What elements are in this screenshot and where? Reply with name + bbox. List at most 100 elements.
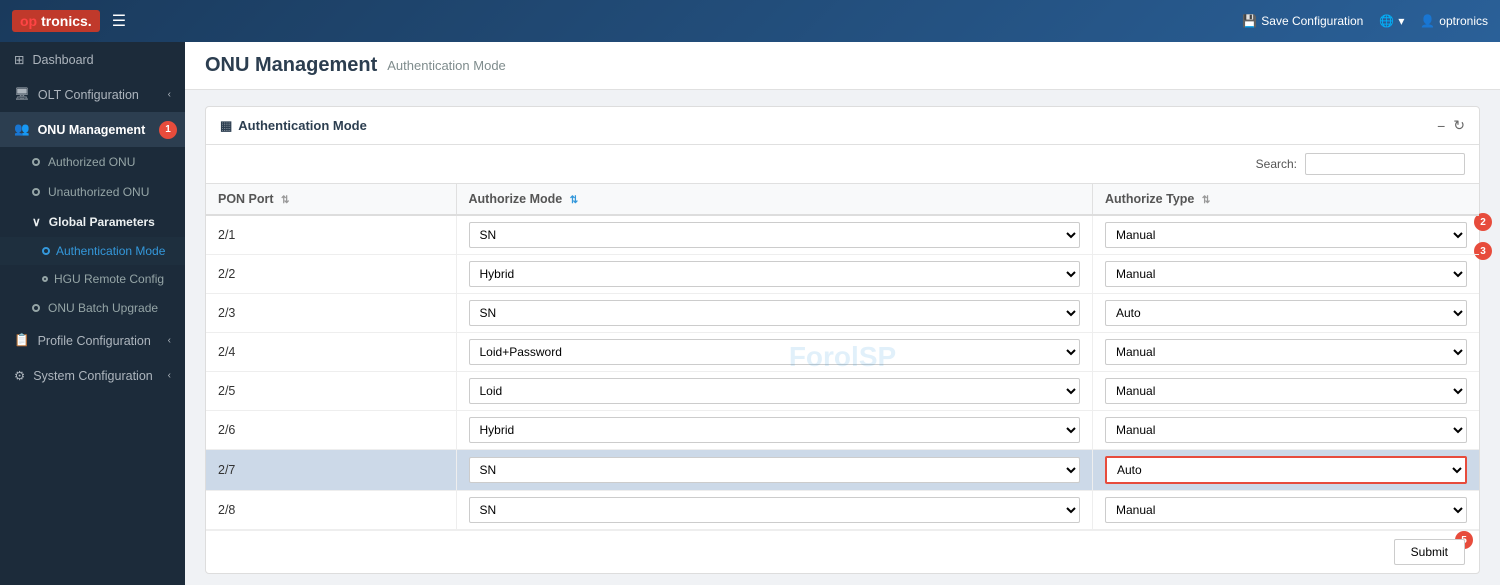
profile-icon: 📋 — [14, 333, 30, 348]
minimize-btn[interactable]: − — [1437, 118, 1445, 134]
pon-port-sort-icon: ⇅ — [281, 195, 289, 206]
sidebar-item-authorized-onu[interactable]: Authorized ONU — [0, 147, 185, 177]
cell-pon-r4: 2/4 — [206, 333, 456, 372]
onu-mgmt-badge: 1 — [159, 121, 177, 139]
search-bar: Search: — [206, 145, 1479, 184]
cell-pon-r5: 2/5 — [206, 372, 456, 411]
select-auth-type-r2[interactable]: ManualAuto — [1105, 261, 1467, 287]
table-icon: ▦ — [220, 118, 232, 134]
profile-arrow-icon: ‹ — [168, 335, 171, 346]
logo-prefix: op — [20, 13, 37, 29]
submit-button[interactable]: Submit — [1394, 539, 1465, 565]
auth-mode-card: ▦ Authentication Mode − ↻ Search: ForolS… — [205, 106, 1480, 574]
cell-auth-type-r2: ManualAuto — [1093, 255, 1480, 294]
sidebar-label-global-params: Global Parameters — [49, 215, 155, 229]
system-arrow-icon: ‹ — [168, 370, 171, 381]
th-authorize-mode-label: Authorize Mode — [469, 192, 563, 206]
select-auth-mode-r7[interactable]: SNHybridLoid+PasswordLoidPassword — [469, 457, 1081, 483]
header-right: 💾 Save Configuration 🌐 ▾ 👤 optronics — [1242, 14, 1488, 28]
table-header-row: PON Port ⇅ Authorize Mode ⇅ Authorize Ty… — [206, 184, 1479, 215]
th-authorize-mode[interactable]: Authorize Mode ⇅ — [456, 184, 1093, 215]
table-row: 2/4 SNHybridLoid+PasswordLoidPassword Manu… — [206, 333, 1479, 372]
globe-icon: 🌐 — [1379, 14, 1394, 28]
sidebar-item-profile-config[interactable]: 📋 Profile Configuration ‹ — [0, 323, 185, 358]
cell-auth-type-r4: ManualAuto — [1093, 333, 1480, 372]
cell-pon-r7: 2/7 — [206, 450, 456, 491]
sidebar-item-system-config[interactable]: ⚙ System Configuration ‹ — [0, 358, 185, 393]
card-title: ▦ Authentication Mode — [220, 118, 367, 134]
table-row: 2/3 SNHybridLoid+PasswordLoidPassword Manu… — [206, 294, 1479, 333]
refresh-btn[interactable]: ↻ — [1453, 117, 1465, 134]
sidebar-item-olt-config[interactable]: 🖥 OLT Configuration ‹ — [0, 77, 185, 112]
sidebar-item-dashboard[interactable]: ⊞ Dashboard — [0, 42, 185, 77]
th-authorize-type-label: Authorize Type — [1105, 192, 1194, 206]
sidebar-label-olt: OLT Configuration — [38, 88, 139, 102]
dashboard-icon: ⊞ — [14, 52, 24, 67]
table-wrapper: ForolSP PON Port ⇅ Authorize Mode ⇅ — [206, 184, 1479, 530]
sidebar-label-onu-mgmt: ONU Management — [38, 123, 146, 137]
sidebar-label-hgu-remote: HGU Remote Config — [54, 272, 164, 286]
save-icon: 💾 — [1242, 14, 1257, 28]
page-subtitle: Authentication Mode — [387, 58, 506, 73]
select-auth-type-r4[interactable]: ManualAuto — [1105, 339, 1467, 365]
sidebar-item-onu-batch[interactable]: ONU Batch Upgrade — [0, 293, 185, 323]
user-btn[interactable]: 👤 optronics — [1420, 14, 1488, 28]
cell-auth-mode-r4: SNHybridLoid+PasswordLoidPassword — [456, 333, 1093, 372]
select-auth-mode-r1[interactable]: SNHybridLoid+PasswordLoidPassword — [469, 222, 1081, 248]
sidebar-label-dashboard: Dashboard — [32, 53, 93, 67]
select-auth-mode-r6[interactable]: SNHybridLoid+PasswordLoidPassword — [469, 417, 1081, 443]
select-auth-type-r1[interactable]: ManualAuto — [1105, 222, 1467, 248]
cell-auth-mode-r2: SNHybridLoid+PasswordLoidPassword — [456, 255, 1093, 294]
cell-pon-r6: 2/6 — [206, 411, 456, 450]
cell-auth-type-r7: ManualAuto — [1093, 450, 1480, 491]
sidebar-item-onu-mgmt[interactable]: 👥 ONU Management ‹ 1 — [0, 112, 185, 147]
save-config-label: Save Configuration — [1261, 14, 1363, 28]
onu-mgmt-icon: 👥 — [14, 122, 30, 137]
th-pon-port[interactable]: PON Port ⇅ — [206, 184, 456, 215]
cell-auth-type-r1: ManualAuto — [1093, 215, 1480, 255]
sidebar-label-profile-config: Profile Configuration — [38, 334, 151, 348]
cell-auth-type-r5: ManualAuto — [1093, 372, 1480, 411]
cell-auth-type-r3: ManualAuto — [1093, 294, 1480, 333]
th-authorize-type[interactable]: Authorize Type ⇅ — [1093, 184, 1480, 215]
sidebar-item-unauthorized-onu[interactable]: Unauthorized ONU — [0, 177, 185, 207]
hamburger-icon[interactable]: ☰ — [112, 11, 126, 31]
main-content: ONU Management Authentication Mode ▦ Aut… — [185, 42, 1500, 585]
page-title: ONU Management — [205, 54, 377, 77]
card-header: ▦ Authentication Mode − ↻ — [206, 107, 1479, 145]
sidebar-item-auth-mode[interactable]: Authentication Mode 3 — [0, 237, 185, 265]
select-auth-mode-r3[interactable]: SNHybridLoid+PasswordLoidPassword — [469, 300, 1081, 326]
cell-pon-r3: 2/3 — [206, 294, 456, 333]
select-auth-type-r7[interactable]: ManualAuto — [1105, 456, 1467, 484]
select-auth-mode-r2[interactable]: SNHybridLoid+PasswordLoidPassword — [469, 261, 1081, 287]
select-auth-type-r3[interactable]: ManualAuto — [1105, 300, 1467, 326]
table-row: 2/6 SNHybridLoid+PasswordLoidPassword Manu… — [206, 411, 1479, 450]
cell-auth-mode-r5: SNHybridLoid+PasswordLoidPassword — [456, 372, 1093, 411]
cell-auth-mode-r8: SNHybridLoid+PasswordLoidPassword — [456, 491, 1093, 530]
select-auth-mode-r4[interactable]: SNHybridLoid+PasswordLoidPassword — [469, 339, 1081, 365]
sidebar-label-system-config: System Configuration — [33, 369, 153, 383]
cell-auth-mode-r1: SNHybridLoid+PasswordLoidPassword — [456, 215, 1093, 255]
search-input[interactable] — [1305, 153, 1465, 175]
authorized-onu-circle-icon — [32, 158, 40, 166]
save-config-btn[interactable]: 💾 Save Configuration — [1242, 14, 1363, 28]
select-auth-type-r6[interactable]: ManualAuto — [1105, 417, 1467, 443]
sidebar-item-global-params[interactable]: ∨ Global Parameters 2 — [0, 207, 185, 237]
user-label: optronics — [1439, 14, 1488, 28]
select-auth-mode-r5[interactable]: SNHybridLoid+PasswordLoidPassword — [469, 378, 1081, 404]
globe-btn[interactable]: 🌐 ▾ — [1379, 14, 1404, 28]
layout: ⊞ Dashboard 🖥 OLT Configuration ‹ 👥 ONU … — [0, 42, 1500, 585]
sidebar: ⊞ Dashboard 🖥 OLT Configuration ‹ 👥 ONU … — [0, 42, 185, 585]
select-auth-type-r5[interactable]: ManualAuto — [1105, 378, 1467, 404]
system-icon: ⚙ — [14, 368, 25, 383]
cell-auth-type-r6: ManualAuto — [1093, 411, 1480, 450]
table-body: 2/1SNHybridLoid+PasswordLoidPasswordManu… — [206, 215, 1479, 530]
cell-auth-mode-r6: SNHybridLoid+PasswordLoidPassword — [456, 411, 1093, 450]
select-auth-type-r8[interactable]: ManualAuto — [1105, 497, 1467, 523]
search-label: Search: — [1256, 157, 1297, 171]
sidebar-item-hgu-remote[interactable]: HGU Remote Config — [0, 265, 185, 293]
top-header: optronics. ☰ 💾 Save Configuration 🌐 ▾ 👤 … — [0, 0, 1500, 42]
select-auth-mode-r8[interactable]: SNHybridLoid+PasswordLoidPassword — [469, 497, 1081, 523]
logo-text: tronics. — [41, 13, 92, 29]
authorize-mode-sort-icon: ⇅ — [570, 195, 578, 206]
